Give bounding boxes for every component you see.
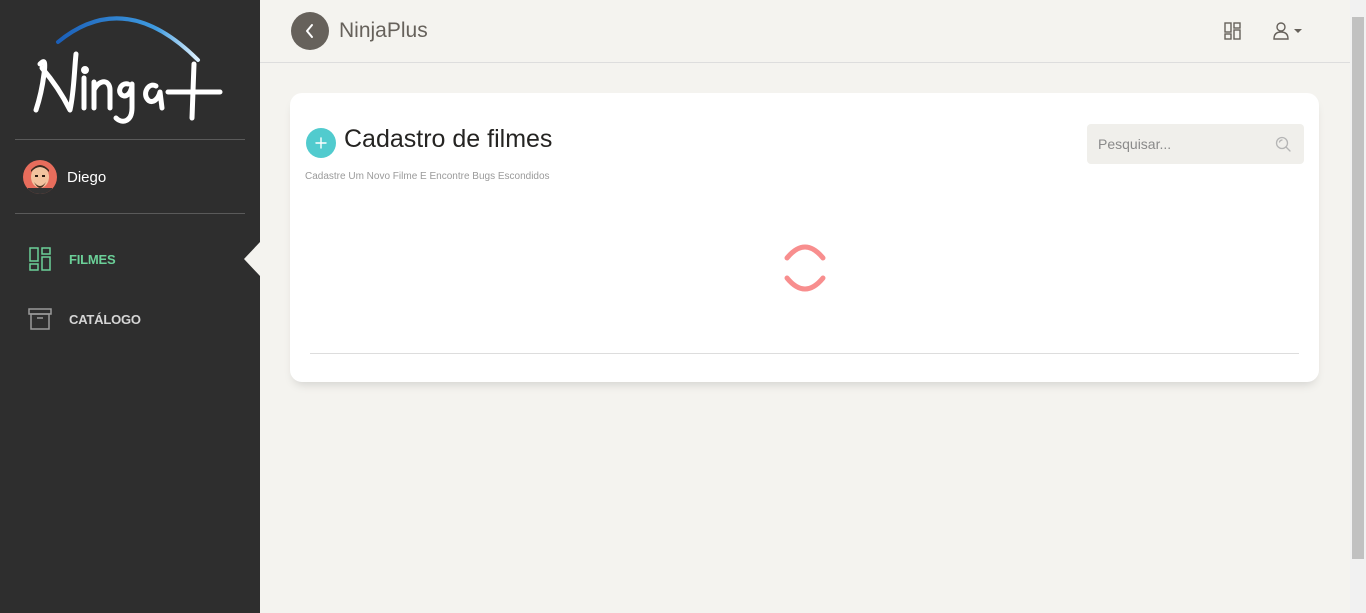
caret-down-icon <box>1294 29 1302 33</box>
sidebar-item-label: FILMES <box>69 251 116 267</box>
brand-title[interactable]: NinjaPlus <box>339 19 428 43</box>
page-title: Cadastro de filmes <box>344 125 553 153</box>
chevron-left-icon <box>306 24 313 38</box>
sidebar-item-catalogo[interactable]: CATÁLOGO <box>28 306 141 332</box>
user-menu-button[interactable] <box>1273 21 1305 41</box>
active-nav-indicator <box>244 242 260 276</box>
user-profile[interactable]: Diego <box>23 160 106 194</box>
user-icon <box>1273 22 1289 40</box>
top-navbar: NinjaPlus <box>260 0 1350 63</box>
grid-layout-icon <box>1224 22 1241 40</box>
page-subtitle: Cadastre Um Novo Filme E Encontre Bugs E… <box>305 171 550 182</box>
loading-spinner <box>784 244 826 292</box>
ninjaplus-logo[interactable] <box>30 12 230 130</box>
avatar <box>23 160 57 194</box>
plus-icon <box>315 137 327 149</box>
back-button[interactable] <box>291 12 329 50</box>
grid-layout-button[interactable] <box>1224 22 1242 40</box>
sidebar-item-filmes[interactable]: FILMES <box>28 246 116 272</box>
archive-box-icon <box>28 306 52 332</box>
sidebar: Diego FILMES CATÁLOGO <box>0 0 260 613</box>
card-divider <box>310 353 1299 354</box>
search-icon[interactable] <box>1275 136 1291 152</box>
user-name: Diego <box>67 168 107 186</box>
add-movie-button[interactable] <box>306 128 336 158</box>
search-box <box>1087 124 1304 164</box>
dashboard-grid-icon <box>28 246 52 272</box>
sidebar-divider <box>15 213 245 214</box>
sidebar-item-label: CATÁLOGO <box>69 311 141 327</box>
search-input[interactable] <box>1087 124 1278 164</box>
movie-registration-card: Cadastro de filmes Cadastre Um Novo Film… <box>290 93 1319 382</box>
scrollbar-thumb[interactable] <box>1352 17 1364 559</box>
sidebar-divider <box>15 139 245 140</box>
